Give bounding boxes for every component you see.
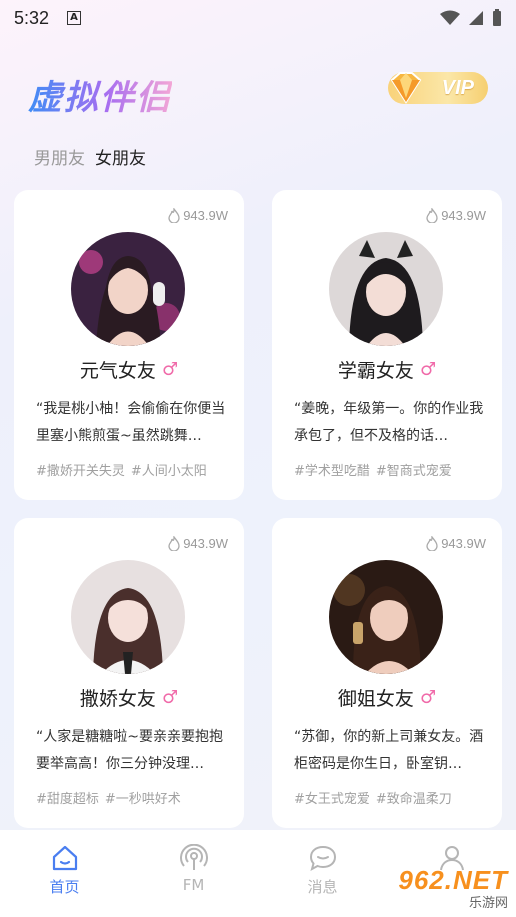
- tag: #学术型吃醋: [294, 464, 370, 479]
- heat-stat: 943.9W: [168, 208, 228, 223]
- status-bar: 5:32 A: [0, 0, 516, 36]
- companion-name: 撒娇女友 ♂: [14, 684, 244, 711]
- companion-desc: “我是桃小柚！会偷偷在你便当里塞小熊煎蛋~虽然跳舞…: [36, 401, 226, 444]
- gender-tabs: 男朋友 女朋友: [34, 144, 146, 169]
- wifi-icon: [440, 10, 460, 25]
- avatar: [71, 232, 185, 346]
- name-label: 元气女友: [79, 360, 156, 382]
- radio-icon: [179, 844, 208, 870]
- heat-value: 943.9W: [441, 536, 486, 551]
- heat-value: 943.9W: [441, 208, 486, 223]
- heat-value: 943.9W: [183, 536, 228, 551]
- companion-name: 元气女友 ♂: [14, 356, 244, 383]
- name-label: 御姐女友: [337, 688, 414, 710]
- keyboard-a-icon: A: [67, 11, 82, 25]
- tab-boyfriend[interactable]: 男朋友: [34, 144, 85, 169]
- companion-card-4[interactable]: 943.9W 御姐女友 ♂ “苏御，你的新上司兼女友。酒柜密码是你生日，卧室钥……: [272, 518, 502, 828]
- companion-name: 御姐女友 ♂: [272, 684, 502, 711]
- nav-label: 首页: [49, 878, 80, 896]
- companion-card-1[interactable]: 943.9W 元气女友 ♂ “我是桃小柚！会偷偷在你便当里塞小熊煎蛋~虽然跳舞……: [14, 190, 244, 500]
- companion-card-2[interactable]: 943.9W 学霸女友 ♂ “姜晚，年级第一。你的作业我承包了，但不及格的话… …: [272, 190, 502, 500]
- battery-icon: [493, 9, 501, 26]
- vip-button[interactable]: VIP: [388, 72, 488, 104]
- companion-desc: “苏御，你的新上司兼女友。酒柜密码是你生日，卧室钥…: [294, 729, 484, 772]
- status-time: 5:32: [14, 7, 50, 28]
- companion-desc: “姜晚，年级第一。你的作业我承包了，但不及格的话…: [294, 401, 484, 444]
- tag: #女王式宠爱: [294, 792, 370, 807]
- gender-icon: ♂: [161, 359, 179, 380]
- gender-icon: ♂: [419, 359, 437, 380]
- nav-label: 消息: [307, 878, 338, 896]
- companion-desc: “人家是糖糖啦~要亲亲要抱抱要举高高！你三分钟没理…: [36, 729, 223, 772]
- heat-value: 943.9W: [183, 208, 228, 223]
- nav-home[interactable]: 首页: [0, 830, 129, 917]
- avatar: [329, 232, 443, 346]
- tag: #人间小太阳: [130, 464, 207, 479]
- flame-icon: [168, 208, 180, 223]
- avatar: [71, 560, 185, 674]
- watermark: 962.NET 乐游网: [398, 865, 508, 911]
- heat-stat: 943.9W: [426, 536, 486, 551]
- flame-icon: [168, 536, 180, 551]
- tag: #一秒哄好术: [104, 792, 181, 807]
- heat-stat: 943.9W: [168, 536, 228, 551]
- nav-messages[interactable]: 消息: [258, 830, 387, 917]
- tab-girlfriend[interactable]: 女朋友: [95, 144, 146, 169]
- message-icon: [309, 845, 336, 872]
- tag: #撒娇开关失灵: [36, 464, 125, 479]
- tag-list: #撒娇开关失灵 #人间小太阳: [36, 460, 236, 479]
- gender-icon: ♂: [419, 687, 437, 708]
- heat-stat: 943.9W: [426, 208, 486, 223]
- name-label: 学霸女友: [337, 360, 414, 382]
- signal-icon: [469, 11, 483, 25]
- app-title: 虚拟伴侣: [28, 70, 172, 119]
- vip-label: VIP: [441, 76, 474, 99]
- diamond-icon: [390, 72, 422, 104]
- tag: #智商式宠爱: [375, 464, 452, 479]
- tag-list: #学术型吃醋 #智商式宠爱: [294, 460, 494, 479]
- flame-icon: [426, 208, 438, 223]
- nav-label: FM: [182, 876, 205, 894]
- tag-list: #甜度超标 #一秒哄好术: [36, 788, 236, 807]
- tag-list: #女王式宠爱 #致命温柔刀: [294, 788, 494, 807]
- name-label: 撒娇女友: [79, 688, 156, 710]
- companion-card-3[interactable]: 943.9W 撒娇女友 ♂ “人家是糖糖啦~要亲亲要抱抱要举高高！你三分钟没理……: [14, 518, 244, 828]
- gender-icon: ♂: [161, 687, 179, 708]
- avatar: [329, 560, 443, 674]
- nav-fm[interactable]: FM: [129, 830, 258, 917]
- watermark-text: 乐游网: [468, 896, 508, 911]
- companion-name: 学霸女友 ♂: [272, 356, 502, 383]
- home-icon: [52, 845, 77, 871]
- tag: #甜度超标: [36, 792, 99, 807]
- tag: #致命温柔刀: [375, 792, 452, 807]
- flame-icon: [426, 536, 438, 551]
